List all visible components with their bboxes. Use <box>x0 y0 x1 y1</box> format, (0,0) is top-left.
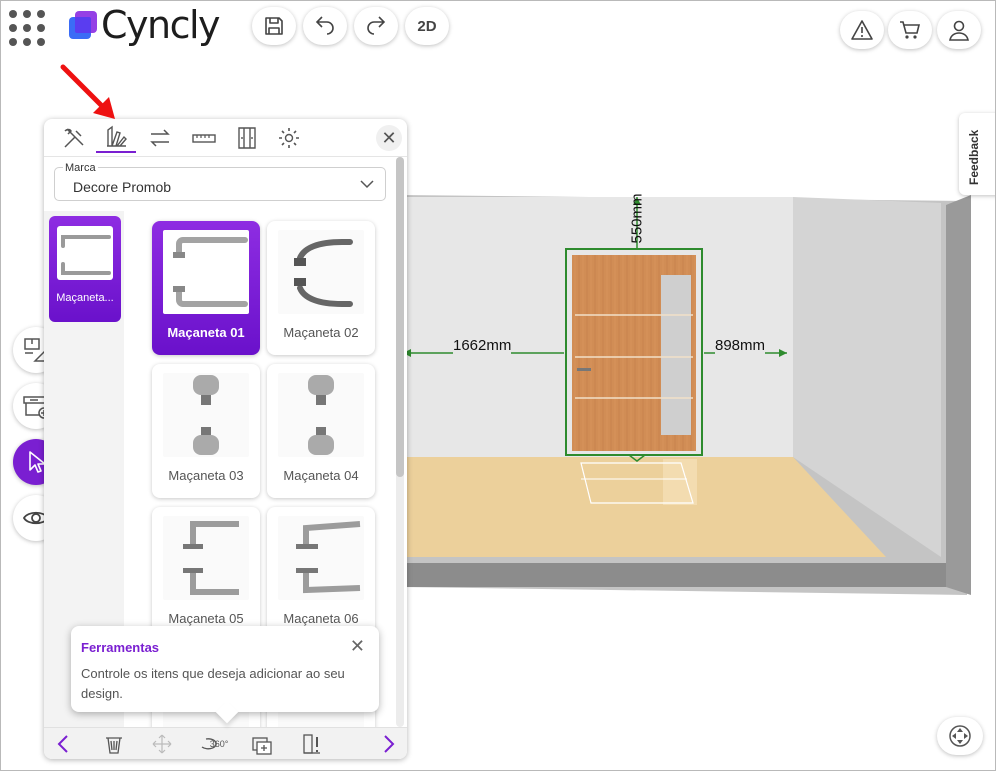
item-warning-icon <box>303 734 320 754</box>
brand-logo: Cyncly <box>69 3 221 47</box>
panel-scrollbar[interactable] <box>396 157 404 727</box>
rotate-360-label: 360° <box>209 739 229 749</box>
duplicate-icon <box>252 737 272 755</box>
product-card[interactable]: Maçaneta 01 <box>152 221 260 355</box>
category-item-handles[interactable]: Maçaneta... <box>49 216 121 322</box>
warning-icon <box>851 20 873 40</box>
tab-openings[interactable] <box>229 123 265 153</box>
tools-icon <box>64 128 84 148</box>
product-card[interactable]: Maçaneta 02 <box>267 221 375 355</box>
undo-button[interactable] <box>303 7 347 45</box>
door-icon <box>238 127 256 149</box>
product-card[interactable]: Maçaneta 05 <box>152 507 260 641</box>
product-label: Maçaneta 03 <box>168 468 244 483</box>
tab-swap[interactable] <box>142 123 178 153</box>
user-icon <box>949 20 969 41</box>
brand-select-label: Marca <box>63 162 98 174</box>
redo-button[interactable] <box>354 7 398 45</box>
handle-05-thumbnail-icon <box>163 516 249 600</box>
tab-tools[interactable] <box>56 123 92 153</box>
product-card[interactable]: Maçaneta 06 <box>267 507 375 641</box>
duplicate-button[interactable] <box>248 732 276 756</box>
tooltip-close-button[interactable]: ✕ <box>350 636 365 657</box>
redo-icon <box>367 16 386 35</box>
dimension-left-label: 1662mm <box>453 337 512 354</box>
scrollbar-thumb[interactable] <box>396 157 404 477</box>
tab-settings[interactable] <box>271 123 307 153</box>
trash-icon <box>106 737 122 754</box>
brand-logo-mark-icon <box>69 11 97 39</box>
settings-icon <box>279 128 299 148</box>
product-card[interactable]: Maçaneta 03 <box>152 364 260 498</box>
onboarding-tooltip: Ferramentas ✕ Controle os itens que dese… <box>71 626 379 712</box>
swap-icon <box>150 129 170 147</box>
tooltip-title: Ferramentas <box>81 640 160 655</box>
delete-button[interactable] <box>100 732 128 756</box>
save-button[interactable] <box>252 7 296 45</box>
ruler-icon <box>192 134 216 143</box>
handle-02-thumbnail-icon <box>278 230 364 314</box>
view-2d-button[interactable]: 2D <box>405 7 449 45</box>
product-card[interactable]: Maçaneta 04 <box>267 364 375 498</box>
handle-03-thumbnail-icon <box>163 373 249 457</box>
close-icon: ✕ <box>381 127 397 148</box>
previous-button[interactable] <box>50 732 78 756</box>
move-button[interactable] <box>148 732 176 756</box>
dimension-top-label: 550mm <box>628 193 646 244</box>
warnings-button[interactable] <box>840 11 884 49</box>
handle-01-thumbnail-icon <box>163 230 249 314</box>
product-label: Maçaneta 05 <box>168 611 244 626</box>
red-arrow-annotation-icon <box>60 64 115 119</box>
undo-icon <box>315 16 334 35</box>
navigation-control-button[interactable] <box>937 717 983 755</box>
app-window: Cyncly 2D 550mm 1662mm 898mm ✕ Marca Dec… <box>0 0 996 771</box>
save-icon <box>265 17 283 35</box>
feedback-label: Feedback <box>967 129 981 185</box>
cart-icon <box>900 21 921 39</box>
brand-name: Cyncly <box>101 3 221 47</box>
product-label: Maçaneta 02 <box>283 325 359 340</box>
tab-catalog[interactable] <box>96 123 136 153</box>
catalog-icon <box>107 125 127 147</box>
room-scene <box>401 195 971 595</box>
chevron-left-icon <box>57 735 68 753</box>
brand-select-value: Decore Promob <box>73 179 172 195</box>
handle-06-thumbnail-icon <box>278 516 364 600</box>
handle-thumbnail-icon <box>57 226 113 280</box>
product-label: Maçaneta 06 <box>283 611 359 626</box>
feedback-tab[interactable]: Feedback <box>959 113 995 195</box>
item-warning-button[interactable] <box>298 732 326 756</box>
tab-measure[interactable] <box>186 123 222 153</box>
brand-select[interactable]: Marca Decore Promob <box>54 162 386 201</box>
move-arrows-icon <box>152 734 172 754</box>
tooltip-text: Controle os itens que deseja adicionar a… <box>81 666 345 701</box>
panel-close-button[interactable]: ✕ <box>376 125 402 151</box>
dimension-right-label: 898mm <box>715 337 766 354</box>
user-account-button[interactable] <box>937 11 981 49</box>
close-icon: ✕ <box>349 636 365 656</box>
navigation-compass-icon <box>949 725 971 747</box>
chevron-right-icon <box>384 735 395 753</box>
top-bar: Cyncly 2D <box>1 1 995 57</box>
handle-04-thumbnail-icon <box>278 373 364 457</box>
next-button[interactable] <box>374 732 402 756</box>
chevron-down-icon <box>360 180 374 189</box>
cart-button[interactable] <box>888 11 932 49</box>
product-label: Maçaneta 04 <box>283 468 359 483</box>
category-label: Maçaneta... <box>56 292 114 304</box>
3d-viewport[interactable]: 550mm 1662mm 898mm <box>401 193 971 595</box>
apps-grid-icon[interactable] <box>7 8 47 48</box>
product-label: Maçaneta 01 <box>167 325 245 340</box>
rotate-360-button[interactable]: 360° <box>198 732 232 756</box>
panel-footer-toolbar: 360° <box>44 727 407 759</box>
